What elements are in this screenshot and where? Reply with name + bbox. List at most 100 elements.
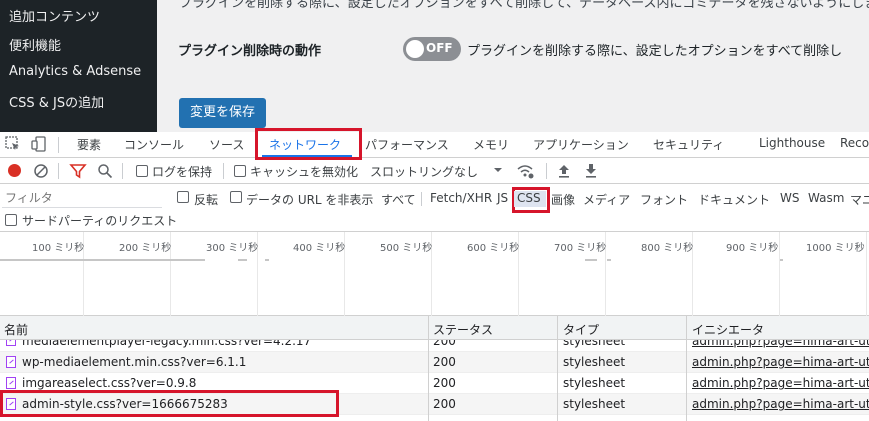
network-tab-annotation-box: [255, 128, 362, 160]
timeline-tick-label: 500 ミリ秒: [380, 243, 433, 254]
filter-type-js[interactable]: JS: [497, 191, 508, 205]
timeline-waterfall-bar: [238, 259, 247, 261]
tab-memory[interactable]: メモリ: [473, 136, 509, 153]
export-har-icon[interactable]: [582, 162, 600, 180]
request-status: 200: [433, 340, 456, 348]
tab-performance[interactable]: パフォーマンス: [365, 136, 449, 153]
tab-lighthouse[interactable]: Lighthouse: [759, 136, 825, 150]
setting-description: プラグインを削除する際に、設定したオプションをすべて削除し: [467, 44, 843, 59]
preserve-log-checkbox[interactable]: [136, 165, 148, 177]
request-initiator-link[interactable]: admin.php?page=hima-art-utility: [692, 397, 869, 411]
column-header-initiator[interactable]: イニシエータ: [692, 321, 764, 338]
timeline-waterfall-bar: [265, 259, 269, 261]
wordpress-admin-area: 追加コンテンツ 便利機能 Analytics & Adsense CSS & J…: [0, 0, 869, 132]
network-conditions-icon[interactable]: [516, 162, 534, 180]
sidebar-item-analytics-adsense[interactable]: Analytics & Adsense: [9, 64, 141, 79]
css-file-icon: [6, 356, 16, 368]
request-name: wp-mediaelement.min.css?ver=6.1.1: [22, 355, 247, 369]
devtools-tab-bar: 要素 コンソール ソース ネットワーク パフォーマンス メモリ アプリケーション…: [0, 132, 869, 158]
setting-label-uninstall: プラグイン削除時の動作: [178, 44, 322, 59]
column-header-status[interactable]: ステータス: [433, 321, 493, 338]
filter-input[interactable]: [2, 188, 162, 208]
invert-checkbox[interactable]: [177, 191, 189, 203]
request-type: stylesheet: [563, 376, 626, 390]
filter-type-css[interactable]: CSS: [517, 191, 541, 205]
toolbar-separator: [546, 163, 547, 179]
toggle-knob: [406, 40, 424, 58]
filter-type-document[interactable]: ドキュメント: [698, 191, 770, 208]
timeline-overview: 100 ミリ秒 200 ミリ秒 300 ミリ秒 400 ミリ秒 500 ミリ秒 …: [0, 232, 869, 316]
sidebar-item-utilities[interactable]: 便利機能: [9, 35, 61, 54]
preserve-log-label: ログを保持: [152, 165, 213, 179]
filter-type-font[interactable]: フォント: [640, 191, 688, 208]
tab-elements[interactable]: 要素: [77, 136, 101, 153]
wp-admin-sidebar: 追加コンテンツ 便利機能 Analytics & Adsense CSS & J…: [0, 0, 157, 132]
request-name: mediaelementplayer-legacy.min.css?ver=4.…: [22, 340, 312, 348]
third-party-checkbox[interactable]: [5, 214, 17, 226]
column-header-type[interactable]: タイプ: [563, 321, 599, 338]
third-party-label: サードパーティのリクエスト: [22, 214, 178, 228]
requests-table-header: 名前 ステータス タイプ イニシエータ: [0, 316, 869, 340]
filter-type-manifest[interactable]: マニ: [850, 191, 869, 208]
hide-data-urls-label: データの URL を非表示: [246, 193, 374, 207]
column-divider[interactable]: [557, 316, 558, 421]
table-row[interactable]: mediaelementplayer-legacy.min.css?ver=4.…: [0, 340, 869, 352]
tab-security[interactable]: セキュリティ: [653, 136, 724, 153]
table-row[interactable]: wp-mediaelement.min.css?ver=6.1.1 200 st…: [0, 352, 869, 373]
tab-sources[interactable]: ソース: [209, 136, 244, 153]
column-divider[interactable]: [428, 316, 429, 421]
disable-cache-checkbox[interactable]: [234, 165, 246, 177]
sidebar-item-css-js[interactable]: CSS & JSの追加: [9, 92, 104, 111]
request-initiator-link[interactable]: admin.php?page=hima-art-utility: [692, 376, 869, 390]
toggle-state-label: OFF: [426, 41, 453, 55]
inspect-element-icon[interactable]: [4, 135, 22, 153]
clear-icon[interactable]: [32, 162, 50, 180]
filter-type-ws[interactable]: WS: [780, 191, 799, 205]
tab-application[interactable]: アプリケーション: [533, 136, 629, 153]
column-divider[interactable]: [686, 316, 687, 421]
timeline-tick: [866, 232, 867, 316]
request-type: stylesheet: [563, 340, 626, 348]
toolbar-separator: [122, 163, 123, 179]
chevron-down-icon[interactable]: [493, 163, 503, 177]
disable-cache-label: キャッシュを無効化: [250, 165, 359, 179]
request-status: 200: [433, 376, 456, 390]
request-name: imgareaselect.css?ver=0.9.8: [22, 376, 197, 390]
filter-type-all[interactable]: すべて: [381, 191, 416, 208]
throttling-select[interactable]: スロットリングなし: [370, 163, 478, 180]
device-toolbar-icon[interactable]: [30, 135, 48, 153]
toolbar-separator: [223, 163, 224, 179]
tab-recorder[interactable]: Recor: [840, 136, 869, 150]
request-initiator-link[interactable]: admin.php?page=hima-art-utility: [692, 340, 869, 348]
tab-bar-separator: [58, 137, 59, 153]
timeline-tick-label: 900 ミリ秒: [726, 243, 779, 254]
column-header-name[interactable]: 名前: [4, 321, 28, 338]
uninstall-toggle[interactable]: OFF: [403, 37, 461, 61]
import-har-icon[interactable]: [555, 162, 573, 180]
network-toolbar: ログを保持 キャッシュを無効化 スロットリングなし: [0, 158, 869, 184]
search-icon[interactable]: [96, 162, 114, 180]
record-icon[interactable]: [8, 164, 21, 177]
wp-settings-main: プラグインを削除する際に、設定したオプションをすべて削除して、データベース内にゴ…: [157, 0, 869, 132]
timeline-tick: [779, 232, 780, 316]
tab-console[interactable]: コンソール: [124, 136, 184, 153]
filter-type-media[interactable]: メディア: [583, 191, 630, 208]
hide-data-urls-checkbox[interactable]: [230, 191, 242, 203]
timeline-waterfall-bar: [607, 259, 611, 261]
filter-type-image[interactable]: 画像: [551, 191, 575, 208]
filter-type-fetch-xhr[interactable]: Fetch/XHR: [430, 191, 492, 205]
toolbar-separator: [58, 163, 59, 179]
save-changes-button[interactable]: 変更を保存: [179, 98, 266, 128]
css-file-icon: [6, 340, 16, 346]
filter-type-wasm[interactable]: Wasm: [808, 191, 844, 205]
request-initiator-link[interactable]: admin.php?page=hima-art-utility: [692, 355, 869, 369]
admin-style-row-annotation-box: [0, 390, 339, 417]
timeline-tick-label: 700 ミリ秒: [554, 243, 607, 254]
timeline-waterfall-bar: [585, 259, 597, 261]
filter-icon[interactable]: [69, 162, 87, 180]
css-file-icon: [6, 377, 16, 389]
timeline-tick-label: 800 ミリ秒: [641, 243, 694, 254]
sidebar-item-additional-content[interactable]: 追加コンテンツ: [9, 6, 100, 25]
timeline-waterfall-bar: [0, 259, 205, 261]
request-status: 200: [433, 355, 456, 369]
